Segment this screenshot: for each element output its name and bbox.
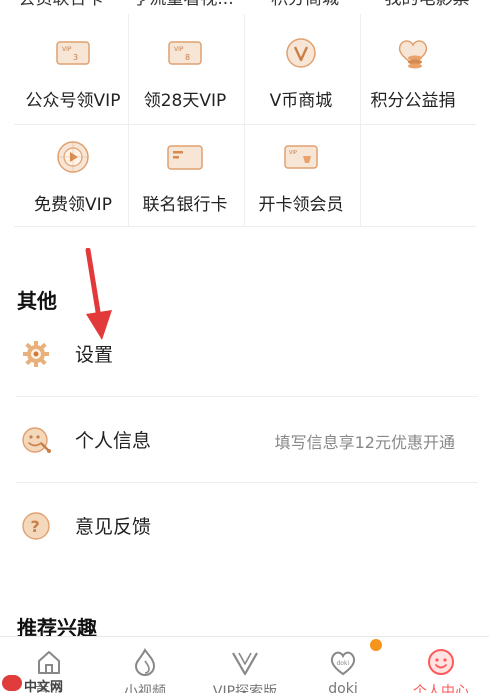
grid-item-open-card-membership[interactable]: VIP 开卡领会员	[240, 132, 362, 236]
tab-label: doki	[328, 681, 358, 693]
vip-me-page: 会员联合卡 亨流量看视... 积分商城 我的电影票 VIP 3 公众号领VIP	[0, 0, 489, 693]
vip-card-icon: VIP 3	[56, 41, 90, 65]
grid-item-28-day-vip[interactable]: VIP 8 领28天VIP	[124, 28, 246, 132]
member-card-icon: VIP	[284, 145, 318, 169]
grid-item-points-mall-cropped[interactable]: 积分商城	[244, 0, 366, 9]
svg-text:VIP: VIP	[289, 150, 297, 156]
grid-item-official-account-vip[interactable]: VIP 3 公众号领VIP	[12, 28, 134, 132]
grid-item-data-plan-cropped[interactable]: 亨流量看视...	[122, 0, 244, 9]
profile-info-label: 个人信息	[75, 430, 152, 452]
grid-item-label: V币商城	[269, 91, 333, 111]
doki-icon: doki	[330, 651, 356, 676]
home-icon	[38, 651, 60, 674]
tab-vip-explore[interactable]: VIP探索版	[196, 637, 294, 693]
grid-item-label: 公众号领VIP	[25, 91, 121, 111]
list-divider	[16, 396, 478, 397]
svg-text:?: ?	[31, 517, 40, 536]
grid-item-member-card-cropped[interactable]: 会员联合卡	[0, 0, 122, 9]
vip-ticket-icon: VIP 8	[168, 41, 202, 65]
gear-icon	[23, 341, 49, 367]
doki-notification-dot	[370, 639, 382, 651]
site-watermark: 中文网	[2, 674, 82, 693]
grid-item-co-branded-card[interactable]: 联名银行卡	[124, 132, 246, 236]
v-coin-icon	[286, 38, 316, 68]
list-item-feedback[interactable]: ? 意见反馈	[0, 496, 489, 556]
smiley-wrench-icon	[22, 427, 51, 453]
grid-item-label: 领28天VIP	[143, 91, 227, 111]
svg-text:doki: doki	[337, 660, 350, 667]
grid-item-label: 联名银行卡	[142, 195, 228, 215]
svg-text:8: 8	[185, 53, 190, 62]
grid-item-label: 积分公益捐	[370, 91, 456, 111]
section-title-other: 其他	[17, 289, 57, 313]
flame-icon	[134, 648, 156, 677]
profile-info-hint: 填写信息享12元优惠开通	[274, 433, 455, 452]
list-divider	[16, 482, 478, 483]
grid-top-row-cropped: 会员联合卡 亨流量看视... 积分商城 我的电影票	[0, 0, 489, 14]
svg-text:VIP: VIP	[174, 46, 184, 53]
grid-item-v-coin-mall[interactable]: V币商城	[240, 28, 362, 132]
list-item-profile-info[interactable]: 个人信息 填写信息享12元优惠开通	[0, 410, 489, 470]
grid-item-label: 免费领VIP	[34, 195, 112, 215]
play-badge-icon	[57, 141, 89, 173]
tab-label: 小视频	[124, 684, 166, 693]
grid-item-points-charity[interactable]: 积分公益捐	[352, 28, 474, 132]
heart-coins-icon	[398, 40, 428, 69]
svg-text:VIP: VIP	[62, 46, 72, 53]
tab-short-video[interactable]: 小视频	[96, 637, 194, 693]
question-icon: ?	[22, 512, 50, 540]
settings-label: 设置	[75, 344, 114, 366]
tab-doki[interactable]: doki doki	[294, 637, 392, 693]
bank-card-icon	[167, 145, 203, 170]
watermark-text: 中文网	[24, 680, 64, 693]
tab-label: 个人中心	[413, 684, 469, 693]
watermark-logo-icon	[2, 675, 22, 691]
grid-item-movie-tickets-cropped[interactable]: 我的电影票	[366, 0, 488, 9]
grid-item-label: 开卡领会员	[258, 195, 344, 215]
list-item-settings[interactable]: 设置	[0, 324, 489, 384]
tab-profile-center[interactable]: 个人中心	[392, 637, 489, 693]
service-grid: VIP 3 公众号领VIP VIP 8 领28天VIP V币商城 积分公益捐 免…	[0, 14, 489, 230]
tab-label: VIP探索版	[212, 684, 278, 693]
svg-text:3: 3	[73, 53, 78, 62]
vip-v-icon	[232, 652, 258, 676]
grid-item-free-vip[interactable]: 免费领VIP	[12, 132, 134, 236]
feedback-label: 意见反馈	[75, 516, 152, 538]
profile-face-icon	[428, 649, 454, 675]
